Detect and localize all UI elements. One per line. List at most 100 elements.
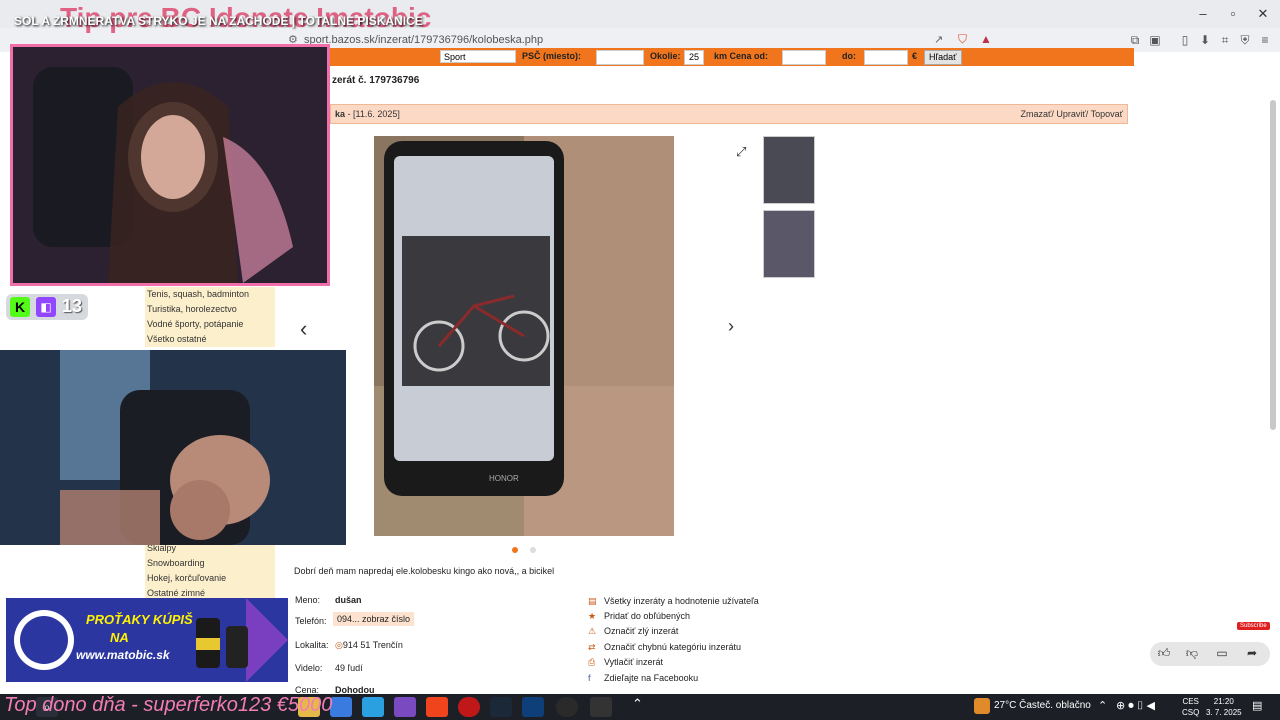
clock-time: 21:20 — [1213, 697, 1234, 706]
share-facebook-link[interactable]: f Zdieľajte na Facebooku — [588, 673, 698, 683]
wallet-icon[interactable]: ▣ — [1146, 32, 1164, 48]
price-to-label: do: — [842, 51, 856, 61]
page-scrollbar[interactable] — [1270, 100, 1276, 430]
category-item[interactable]: Turistika, horolezectvo — [145, 302, 275, 317]
name-label: Meno: — [295, 595, 321, 605]
close-button[interactable]: ✕ — [1248, 4, 1278, 24]
ad-edit-links[interactable]: Zmazať/ Upraviť/ Topovať — [1021, 109, 1124, 119]
share-icon[interactable]: ↗ — [934, 33, 943, 46]
maximize-button[interactable]: ▫ — [1218, 4, 1248, 24]
search-bar: Sport PSČ (miesto): Okolie: 25 km Cena o… — [330, 48, 1134, 66]
facebook-icon: f — [588, 673, 591, 683]
url-text: sport.bazos.sk/inzerat/179736796/kolobes… — [304, 34, 544, 46]
wrong-category-link[interactable]: ⇄ Označiť chybnú kategóriu inzerátu — [588, 642, 741, 653]
store-icon[interactable] — [362, 697, 384, 717]
category-item[interactable]: Vodné športy, potápanie — [145, 317, 275, 332]
minimize-button[interactable]: – — [1188, 4, 1218, 24]
stream-title: SOL A ZRMNERATVA STRYKO JE NA ZACHODE | … — [14, 14, 423, 28]
phone-label: Telefón: — [295, 616, 327, 626]
okolie-input[interactable]: 25 — [684, 50, 704, 65]
print-ad-link[interactable]: ⎙ Vytlačiť inzerát — [588, 657, 663, 668]
rewards-icon[interactable]: ▲ — [980, 32, 992, 46]
ad-date: - [11.6. 2025] — [347, 109, 400, 119]
ad-titlebar: ka - [11.6. 2025] Zmazať/ Upraviť/ Topov… — [330, 104, 1128, 124]
promo-banner[interactable]: PROŤAKY KÚPIŠ NA www.matobic.sk — [6, 598, 288, 682]
thumbnail-2[interactable] — [763, 210, 815, 278]
star-icon: ★ — [588, 611, 597, 621]
fullscreen-icon[interactable]: ⤢ — [736, 144, 746, 160]
main-photo[interactable]: HONOR — [374, 136, 674, 536]
language-indicator[interactable]: CES CSQ — [1182, 696, 1199, 718]
brave-icon[interactable] — [426, 697, 448, 717]
category-select[interactable]: Sport — [440, 50, 516, 63]
extensions-icon[interactable]: ⧉ — [1126, 32, 1144, 48]
location-value[interactable]: ◎914 51 Trenčín — [335, 640, 403, 651]
photo-dot[interactable] — [530, 547, 536, 553]
notifications-icon[interactable]: ▤ — [1252, 699, 1262, 712]
tray-chevron-icon[interactable]: ⌃ — [1098, 699, 1107, 712]
phone-photo-image: HONOR — [374, 136, 674, 536]
prev-photo-arrow[interactable]: ‹ — [300, 316, 307, 342]
share-facebook-text: Zdieľajte na Facebooku — [604, 673, 699, 683]
report-ad-text: Označiť zlý inzerát — [604, 626, 679, 636]
edge-icon[interactable] — [330, 697, 352, 717]
promo-line-3: www.matobic.sk — [76, 648, 170, 662]
category-item[interactable]: Tenis, squash, badminton — [145, 287, 275, 302]
video-reactions: 👍︎ 👎︎ ▭ ➦ — [1150, 642, 1270, 666]
ad-number: zerát č. 179736796 — [332, 75, 420, 86]
comment-icon[interactable]: ▭ — [1212, 646, 1232, 662]
like-icon[interactable]: 👍︎ — [1154, 646, 1174, 662]
lang-line-1: CES — [1182, 697, 1199, 706]
weather-text[interactable]: 27°C Časteč. oblačno — [994, 700, 1091, 711]
promo-line-2: NA — [110, 630, 129, 645]
photo-dot-active[interactable] — [512, 547, 518, 553]
ad-description: Dobrí deň mam napredaj ele.kolobesku kin… — [294, 566, 555, 576]
category-item[interactable]: Hokej, korčuľovanie — [145, 571, 275, 586]
obs-icon[interactable] — [556, 697, 578, 717]
show-phone-button[interactable]: 094... zobraz číslo — [333, 612, 415, 626]
steam-icon[interactable] — [490, 697, 512, 717]
add-favorite-text: Pridať do obľúbených — [604, 611, 691, 621]
clock-date: 3. 7. 2025 — [1206, 708, 1242, 717]
tray-icons[interactable]: ⊕ ⏺ ⌷ ◀ — [1116, 699, 1155, 713]
all-ads-link[interactable]: ▤ Všetky inzeráty a hodnotenie užívateľa — [588, 596, 759, 607]
all-ads-text: Všetky inzeráty a hodnotenie užívateľa — [604, 596, 759, 606]
viewer-count: 13 — [62, 296, 83, 316]
location-text: 914 51 Trenčín — [342, 640, 403, 650]
views-label: Videlo: — [295, 663, 323, 673]
share-icon[interactable]: ➦ — [1242, 646, 1262, 662]
downloads-icon[interactable]: ⬇ — [1196, 32, 1214, 48]
price-to-input[interactable] — [864, 50, 908, 65]
psc-input[interactable] — [596, 50, 644, 65]
brave-shield-icon[interactable]: ⛉ — [958, 32, 967, 47]
svg-text:HONOR: HONOR — [489, 474, 519, 483]
add-favorite-link[interactable]: ★ Pridať do obľúbených — [588, 611, 690, 622]
category-item[interactable]: Všetko ostatné — [145, 332, 275, 347]
top-donation-marquee: Top dono dňa - superferko123 €5000 — [4, 694, 333, 716]
search-button[interactable]: Hľadať — [924, 50, 962, 65]
warning-icon: ⚠ — [588, 626, 597, 636]
report-ad-link[interactable]: ⚠ Označiť zlý inzerát — [588, 626, 678, 637]
vpn-icon[interactable]: ⛨ — [1236, 32, 1254, 48]
km-cena-label: km Cena od: — [714, 51, 769, 61]
name-value[interactable]: dušan — [335, 595, 362, 605]
category-item[interactable]: Snowboarding — [145, 556, 275, 571]
chevron-up-icon[interactable]: ⌃ — [632, 696, 643, 712]
views-value: 49 ľudí — [335, 663, 363, 673]
app2-icon[interactable] — [522, 697, 544, 717]
sidebar-icon[interactable]: ▯ — [1176, 32, 1194, 48]
next-photo-arrow[interactable]: › — [728, 316, 734, 337]
streamer-webcam-2 — [0, 350, 346, 545]
subscribe-badge[interactable]: Subscribe — [1237, 622, 1270, 630]
weather-icon[interactable] — [974, 698, 990, 714]
app-icon[interactable] — [394, 697, 416, 717]
psc-label: PSČ (miesto): — [522, 51, 582, 61]
menu-icon[interactable]: ≡ — [1256, 32, 1274, 48]
dislike-icon[interactable]: 👎︎ — [1182, 646, 1202, 662]
terminal-icon[interactable] — [590, 697, 612, 717]
opera-icon[interactable] — [458, 697, 480, 717]
clock[interactable]: 21:20 3. 7. 2025 — [1206, 696, 1242, 718]
thumbnail-1[interactable] — [763, 136, 815, 204]
price-from-input[interactable] — [782, 50, 826, 65]
screenshot-icon[interactable]: ⌗ — [1216, 32, 1234, 48]
